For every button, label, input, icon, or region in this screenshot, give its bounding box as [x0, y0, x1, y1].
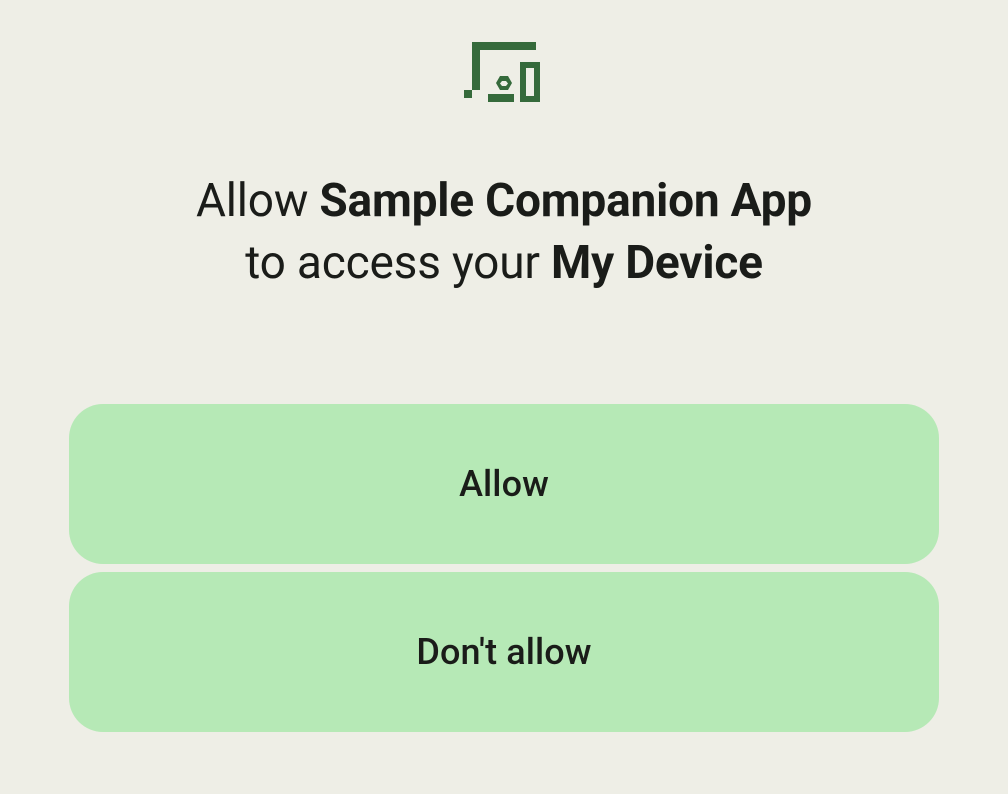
- heading-device-name: My Device: [551, 236, 763, 290]
- button-group: Allow Don't allow: [69, 404, 939, 732]
- dialog-icon-wrapper: [464, 42, 544, 110]
- allow-button-label: Allow: [459, 463, 549, 505]
- heading-middle: to access your: [245, 236, 551, 290]
- allow-button[interactable]: Allow: [69, 404, 939, 564]
- heading-prefix: Allow: [196, 174, 319, 228]
- deny-button[interactable]: Don't allow: [69, 572, 939, 732]
- devices-icon: [464, 42, 544, 110]
- heading-app-name: Sample Companion App: [319, 174, 812, 228]
- permission-heading: Allow Sample Companion App to access you…: [196, 170, 812, 294]
- deny-button-label: Don't allow: [416, 631, 591, 673]
